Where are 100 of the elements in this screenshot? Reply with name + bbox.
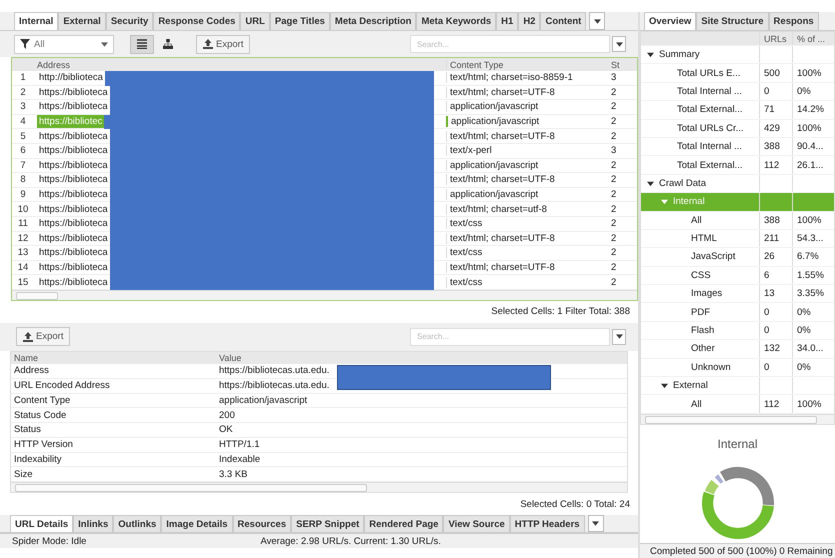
search-field[interactable]: Search...: [410, 35, 610, 53]
scrollbar[interactable]: [641, 414, 834, 424]
column-header[interactable]: URLs: [759, 32, 792, 45]
tabs-dropdown[interactable]: [588, 515, 604, 532]
expand-icon[interactable]: [661, 382, 668, 390]
address-cell[interactable]: https://biblioteca: [37, 130, 110, 143]
search-dropdown[interactable]: [612, 328, 626, 345]
tab[interactable]: Response Codes: [153, 12, 240, 30]
table-cell-text: 3: [610, 145, 618, 156]
column-header[interactable]: Name: [11, 352, 219, 363]
tree-row[interactable]: Unknown 0 0%: [641, 358, 834, 378]
filter-icon: [20, 39, 30, 49]
table-cell: text/html; charset=UTF-8: [446, 174, 608, 186]
export-button[interactable]: Export: [196, 34, 250, 54]
tab[interactable]: Rendered Page: [364, 515, 444, 532]
expand-icon[interactable]: [647, 51, 654, 58]
tabs-dropdown[interactable]: [589, 12, 606, 30]
address-cell[interactable]: https://biblioteca: [37, 217, 110, 230]
tree-row[interactable]: Total Internal ... 0 0%: [641, 82, 834, 102]
tab[interactable]: Security: [106, 12, 154, 30]
tree-label: JavaScript: [691, 251, 736, 262]
tab[interactable]: URL: [240, 12, 270, 30]
tab[interactable]: Inlinks: [73, 515, 114, 532]
address-cell[interactable]: https://biblioteca: [37, 188, 110, 202]
tree-row[interactable]: Total Internal ... 388 90.4...: [641, 138, 834, 156]
tree-row[interactable]: HTML 211 54.3...: [641, 230, 834, 248]
percentage: 100%: [792, 212, 834, 229]
address-cell[interactable]: https://biblioteca: [37, 232, 110, 245]
tree-label: Total URLs E...: [677, 68, 740, 79]
tab[interactable]: Content: [540, 12, 586, 30]
column-header[interactable]: Content Type: [446, 60, 608, 70]
tab[interactable]: URL Details: [10, 515, 74, 532]
tab[interactable]: Meta Keywords: [416, 12, 496, 30]
tree-row[interactable]: Images 13 3.35%: [641, 285, 834, 304]
percentage: 90.4...: [792, 138, 834, 156]
upload-icon: [203, 39, 213, 49]
tree-row[interactable]: Flash 0 0%: [641, 322, 834, 340]
tab[interactable]: H2: [518, 12, 540, 30]
address-cell[interactable]: https://biblioteca: [37, 144, 110, 158]
tab[interactable]: HTTP Headers: [510, 515, 585, 532]
tree-row[interactable]: Total External... 71 14.2%: [641, 101, 834, 120]
tree-row[interactable]: Total External... 112 26.1...: [641, 156, 834, 175]
tab[interactable]: Internal: [14, 12, 58, 30]
address-cell[interactable]: https://biblioteca: [37, 173, 110, 186]
table-cell: text/html; charset=UTF-8: [446, 232, 608, 244]
tab[interactable]: Outlinks: [113, 515, 162, 532]
url-count: 500: [759, 64, 792, 82]
tree-label: Unknown: [691, 362, 731, 373]
search-dropdown[interactable]: [612, 36, 626, 52]
tree-label: External: [673, 380, 708, 392]
address-cell[interactable]: https://biblioteca: [37, 276, 110, 289]
tree-row[interactable]: External: [641, 377, 834, 396]
tab[interactable]: Site Structure: [696, 12, 769, 30]
tab[interactable]: Meta Description: [330, 12, 416, 30]
table-cell: application/javascript: [446, 101, 608, 112]
column-header[interactable]: % of ...: [792, 32, 834, 45]
column-header[interactable]: Value: [219, 352, 627, 363]
tab[interactable]: Resources: [232, 515, 292, 532]
tree-row[interactable]: Total URLs Cr... 429 100%: [641, 120, 834, 138]
tab[interactable]: View Source: [443, 515, 510, 532]
address-cell[interactable]: http://biblioteca: [37, 71, 105, 84]
tab[interactable]: Overview: [644, 12, 696, 30]
address-cell[interactable]: https://biblioteca: [37, 100, 110, 114]
caret-icon: [592, 521, 600, 526]
search-field[interactable]: Search...: [410, 328, 610, 346]
tree-row[interactable]: CSS 6 1.55%: [641, 266, 834, 286]
url-count: 211: [759, 230, 792, 248]
column-header[interactable]: Address: [34, 60, 446, 70]
address-cell[interactable]: https://biblioteca: [37, 202, 110, 216]
tree-label: All: [691, 398, 702, 410]
property-name: Content Type: [13, 394, 72, 406]
address-cell[interactable]: https://biblioteca: [37, 246, 110, 260]
chart-title: Internal: [717, 436, 758, 451]
tree-label: Total External...: [677, 104, 742, 116]
tree-row[interactable]: PDF 0 0%: [641, 303, 834, 322]
tab[interactable]: Page Titles: [270, 12, 330, 30]
export-button[interactable]: Export: [16, 327, 70, 346]
tree-row[interactable]: All 388 100%: [641, 212, 834, 230]
tree-row[interactable]: Total URLs E... 500 100%: [641, 64, 834, 83]
tab[interactable]: SERP Snippet: [291, 515, 364, 532]
address-cell[interactable]: https://biblioteca: [37, 261, 110, 274]
tree-row[interactable]: Summary: [641, 46, 834, 64]
tab[interactable]: H1: [496, 12, 518, 30]
url-count: 71: [759, 101, 792, 119]
tab[interactable]: Image Details: [161, 515, 233, 532]
scrollbar[interactable]: [11, 482, 627, 492]
tab[interactable]: External: [58, 12, 106, 30]
filter-dropdown[interactable]: All: [14, 34, 114, 54]
tree-row[interactable]: JavaScript 26 6.7%: [641, 248, 834, 267]
list-view-button[interactable]: [130, 34, 154, 54]
tab[interactable]: Respons: [768, 12, 819, 30]
column-header[interactable]: St: [608, 60, 637, 70]
address-cell[interactable]: https://biblioteca: [37, 158, 110, 172]
scrollbar[interactable]: [12, 290, 637, 300]
tree-row[interactable]: Other 132 34.0...: [641, 340, 834, 359]
row-number: 9: [19, 189, 27, 200]
percentage: 0%: [792, 358, 834, 376]
address-cell[interactable]: https://biblioteca: [37, 86, 110, 99]
expand-icon[interactable]: [647, 180, 654, 187]
property-name: Indexability: [13, 454, 63, 466]
